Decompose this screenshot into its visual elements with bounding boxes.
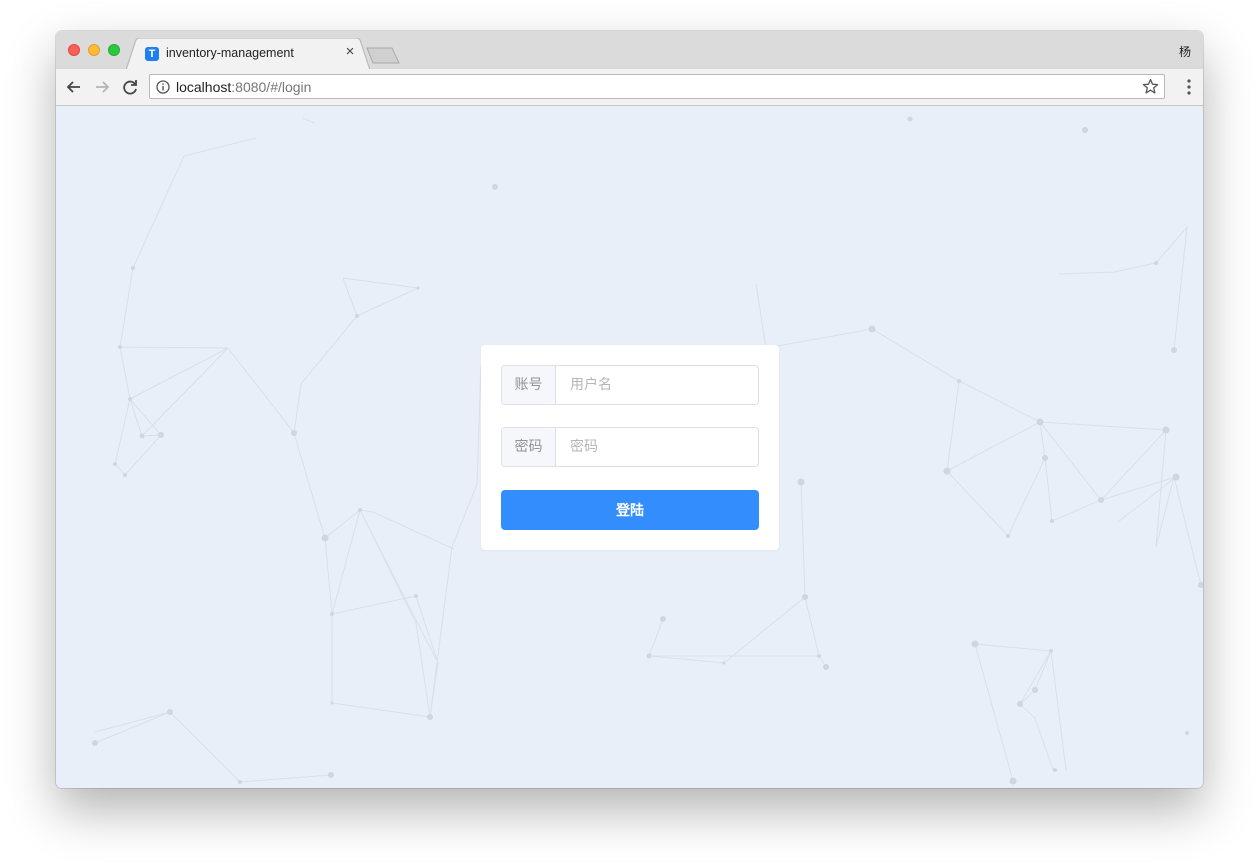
password-label: 密码 [502,428,556,466]
url-text: localhost:8080/#/login [176,79,311,95]
menu-icon[interactable] [1187,78,1191,96]
login-button[interactable]: 登陆 [501,490,759,530]
browser-toolbar: localhost:8080/#/login [56,69,1203,106]
tab-favicon-icon: T [145,47,159,61]
forward-icon[interactable] [91,76,113,98]
title-bar: T inventory-management × 杨 [56,31,1203,70]
close-window-button[interactable] [68,44,80,56]
password-field: 密码 [501,427,759,467]
star-icon[interactable] [1142,78,1159,95]
account-label: 账号 [502,366,556,404]
profile-button[interactable]: 杨 [1179,43,1191,60]
browser-window: T inventory-management × 杨 localhost:808… [56,31,1203,788]
info-icon[interactable] [156,80,170,94]
tab-title: inventory-management [166,46,294,60]
username-input[interactable] [556,366,758,404]
login-card: 账号 密码 登陆 [481,345,779,550]
url-host: localhost [176,79,232,95]
address-bar[interactable]: localhost:8080/#/login [149,74,1165,99]
tab-close-icon[interactable]: × [342,44,358,60]
reload-icon[interactable] [119,76,141,98]
account-field: 账号 [501,365,759,405]
url-path: :8080/#/login [231,79,312,95]
back-icon[interactable] [63,76,85,98]
minimize-window-button[interactable] [88,44,100,56]
new-tab-button[interactable] [366,47,400,64]
login-page: 账号 密码 登陆 [56,106,1203,788]
maximize-window-button[interactable] [108,44,120,56]
password-input[interactable] [556,428,758,466]
